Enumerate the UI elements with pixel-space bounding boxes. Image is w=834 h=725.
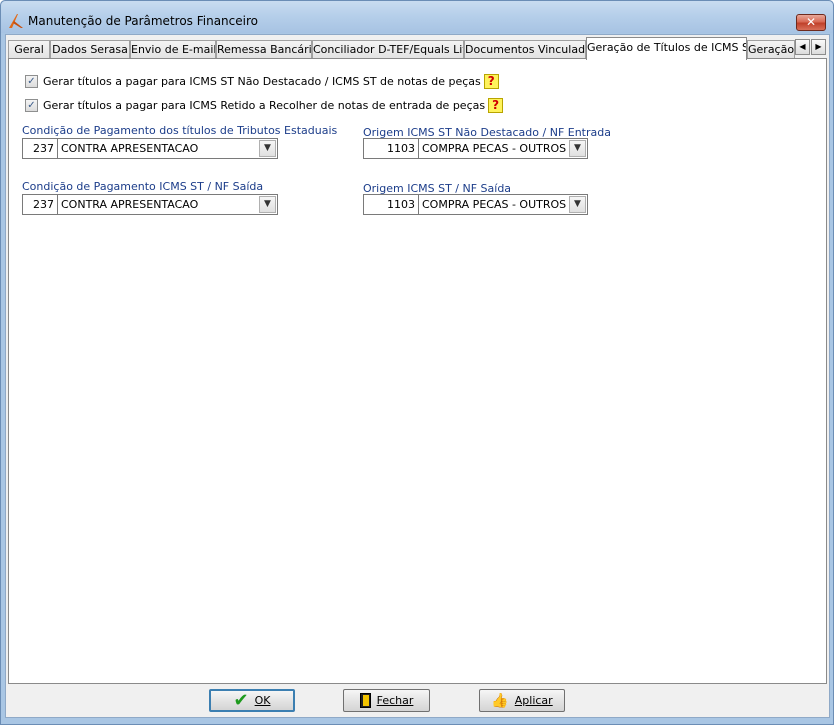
check-icon: ✔ [233, 689, 249, 711]
tab-documentos-vinculados[interactable]: Documentos Vinculados [464, 40, 586, 59]
selected-value: COMPRA PECAS - OUTROS [422, 198, 567, 211]
select-cond-icms-saida[interactable]: CONTRA APRESENTACAO ▼ [58, 194, 278, 215]
app-logo-icon [9, 14, 23, 28]
tab-geral[interactable]: Geral [8, 40, 50, 59]
chevron-down-icon[interactable]: ▼ [259, 140, 276, 157]
tab-envio-email[interactable]: Envio de E-mail [130, 40, 216, 59]
window-title: Manutenção de Parâmetros Financeiro [28, 14, 258, 28]
field-cond-icms-saida: 237 CONTRA APRESENTACAO ▼ [22, 194, 278, 215]
selected-value: COMPRA PECAS - OUTROS [422, 142, 567, 155]
code-input[interactable]: 1103 [363, 138, 419, 159]
field-origem-saida: 1103 COMPRA PECAS - OUTROS ▼ [363, 194, 588, 215]
checkbox-icms-retido[interactable]: ✓ [25, 98, 38, 112]
code-input[interactable]: 237 [22, 194, 58, 215]
code-input[interactable]: 237 [22, 138, 58, 159]
select-origem-entrada[interactable]: COMPRA PECAS - OUTROS ▼ [419, 138, 588, 159]
chevron-down-icon[interactable]: ▼ [259, 196, 276, 213]
thumbs-up-icon: 👍 [491, 692, 509, 709]
checkbox-label[interactable]: Gerar títulos a pagar para ICMS ST Não D… [43, 75, 481, 88]
selected-value: CONTRA APRESENTACAO [61, 142, 199, 155]
field-origem-entrada: 1103 COMPRA PECAS - OUTROS ▼ [363, 138, 588, 159]
checkbox-icms-st-nao-destacado[interactable]: ✓ [25, 74, 38, 88]
aplicar-button[interactable]: 👍 Aplicar [479, 689, 565, 712]
title-bar[interactable]: Manutenção de Parâmetros Financeiro ✕ [1, 1, 833, 33]
fechar-button-label: Fechar [376, 694, 414, 707]
label-cond-icms-saida: Condição de Pagamento ICMS ST / NF Saída [22, 180, 264, 193]
tab-dados-serasa[interactable]: Dados Serasa [50, 40, 130, 59]
close-button[interactable]: ✕ [796, 14, 826, 31]
tab-panel-icms-st: ✓ Gerar títulos a pagar para ICMS ST Não… [8, 58, 827, 684]
tab-geracao-titulos-icms-st[interactable]: Geração de Títulos de ICMS ST [586, 37, 747, 60]
label-cond-tributos: Condição de Pagamento dos títulos de Tri… [22, 124, 338, 137]
dialog-client-area: Geral Dados Serasa Envio de E-mail Remes… [5, 34, 830, 718]
ok-button[interactable]: ✔ OK [209, 689, 295, 712]
tab-remessa-bancaria[interactable]: Remessa Bancária [216, 40, 312, 59]
select-cond-tributos[interactable]: CONTRA APRESENTACAO ▼ [58, 138, 278, 159]
help-icon[interactable]: ? [488, 97, 504, 113]
fechar-button[interactable]: Fechar [343, 689, 430, 712]
code-input[interactable]: 1103 [363, 194, 419, 215]
tab-scroll-right-button[interactable]: ▶ [811, 39, 826, 55]
ok-button-label: OK [254, 694, 271, 707]
select-origem-saida[interactable]: COMPRA PECAS - OUTROS ▼ [419, 194, 588, 215]
selected-value: CONTRA APRESENTACAO [61, 198, 199, 211]
exit-door-icon [359, 693, 371, 708]
tab-geracao[interactable]: Geração [747, 40, 795, 59]
chevron-down-icon[interactable]: ▼ [569, 196, 586, 213]
main-window: Manutenção de Parâmetros Financeiro ✕ Ge… [0, 0, 834, 725]
checkbox-row-icms-retido: ✓ Gerar títulos a pagar para ICMS Retido… [25, 97, 504, 113]
help-icon[interactable]: ? [483, 73, 499, 89]
field-cond-tributos: 237 CONTRA APRESENTACAO ▼ [22, 138, 278, 159]
tab-strip: Geral Dados Serasa Envio de E-mail Remes… [6, 37, 831, 60]
checkbox-label[interactable]: Gerar títulos a pagar para ICMS Retido a… [43, 99, 485, 112]
tab-scroll-left-button[interactable]: ◀ [795, 39, 810, 55]
checkbox-row-icms-st-nao-destacado: ✓ Gerar títulos a pagar para ICMS ST Não… [25, 73, 499, 89]
tab-conciliador[interactable]: Conciliador D-TEF/Equals Lite [312, 40, 464, 59]
chevron-down-icon[interactable]: ▼ [569, 140, 586, 157]
aplicar-button-label: Aplicar [514, 694, 553, 707]
